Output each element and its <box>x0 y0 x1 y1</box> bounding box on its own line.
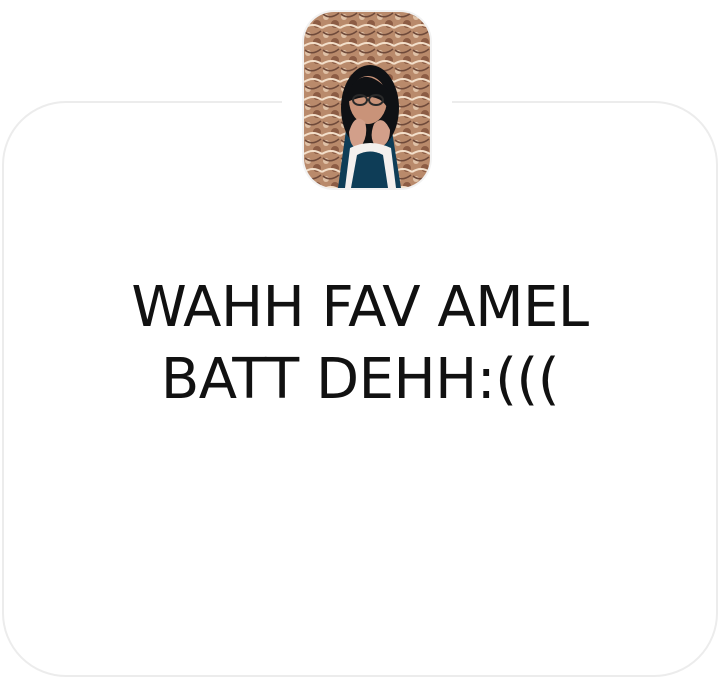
avatar <box>304 12 430 188</box>
avatar-photo-icon <box>304 12 430 188</box>
story-message: WAHH FAV AMEL BATT DEHH:((( <box>40 272 680 416</box>
message-line-2: BATT DEHH:((( <box>160 347 560 412</box>
message-line-1: WAHH FAV AMEL <box>131 275 589 340</box>
